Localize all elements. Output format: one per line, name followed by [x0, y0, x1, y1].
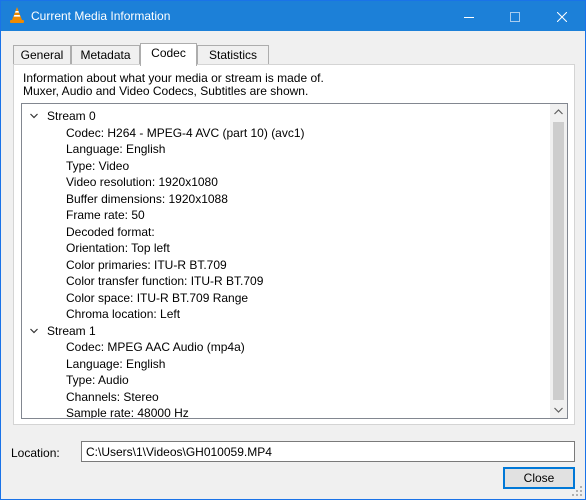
chevron-down-icon[interactable] [29, 326, 39, 336]
tree-stream-node[interactable]: Stream 0 [22, 108, 550, 125]
tree-property-item[interactable]: Video resolution: 1920x1080 [22, 174, 550, 191]
tab-statistics[interactable]: Statistics [197, 45, 269, 65]
scroll-down-button[interactable] [550, 401, 567, 418]
chevron-up-icon [554, 109, 563, 115]
tree-property-item[interactable]: Chroma location: Left [22, 306, 550, 323]
vlc-cone-icon [10, 7, 24, 23]
tree-property-item[interactable]: Orientation: Top left [22, 240, 550, 257]
window-title: Current Media Information [31, 9, 171, 23]
minimize-button[interactable] [446, 1, 492, 31]
stream-label: Stream 1 [47, 323, 96, 338]
tree-property-item[interactable]: Color space: ITU-R BT.709 Range [22, 290, 550, 307]
close-icon [556, 11, 568, 23]
tree-property-item[interactable]: Codec: MPEG AAC Audio (mp4a) [22, 339, 550, 356]
tab-metadata[interactable]: Metadata [71, 45, 140, 65]
location-field[interactable] [81, 441, 575, 462]
tab-codec[interactable]: Codec [140, 43, 197, 66]
media-info-window: Current Media Information General Metada… [0, 0, 586, 500]
tree-property-item[interactable]: Frame rate: 50 [22, 207, 550, 224]
chevron-down-icon [554, 407, 563, 413]
vertical-scrollbar[interactable] [550, 104, 567, 418]
tab-general[interactable]: General [13, 45, 71, 65]
maximize-icon [510, 12, 520, 23]
tree-property-item[interactable]: Type: Video [22, 158, 550, 175]
tree-property-item[interactable]: Color transfer function: ITU-R BT.709 [22, 273, 550, 290]
tree-property-item[interactable]: Decoded format: [22, 224, 550, 241]
scroll-up-button[interactable] [550, 104, 567, 121]
codec-description: Information about what your media or str… [23, 72, 324, 98]
tree-property-item[interactable]: Sample rate: 48000 Hz [22, 405, 550, 418]
maximize-button[interactable] [492, 1, 538, 31]
tree-property-item[interactable]: Channels: Stereo [22, 389, 550, 406]
stream-tree[interactable]: Stream 0 Codec: H264 - MPEG-4 AVC (part 1… [21, 103, 568, 419]
stream-tree-content: Stream 0 Codec: H264 - MPEG-4 AVC (part 1… [22, 108, 550, 418]
tree-property-item[interactable]: Type: Audio [22, 372, 550, 389]
tree-stream-node[interactable]: Stream 1 [22, 323, 550, 340]
description-line: Muxer, Audio and Video Codecs, Subtitles… [23, 84, 309, 98]
close-button[interactable]: Close [503, 467, 575, 489]
minimize-icon [464, 16, 474, 18]
close-window-button[interactable] [539, 1, 585, 31]
codec-tab-panel: Information about what your media or str… [13, 64, 575, 425]
chevron-down-icon[interactable] [29, 111, 39, 121]
tree-property-item[interactable]: Language: English [22, 356, 550, 373]
resize-grip-icon[interactable] [572, 486, 582, 496]
tree-property-item[interactable]: Color primaries: ITU-R BT.709 [22, 257, 550, 274]
tree-property-item[interactable]: Buffer dimensions: 1920x1088 [22, 191, 550, 208]
scrollbar-thumb[interactable] [553, 122, 564, 400]
title-bar[interactable]: Current Media Information [1, 1, 585, 31]
stream-label: Stream 0 [47, 109, 96, 123]
tree-property-item[interactable]: Language: English [22, 141, 550, 158]
tree-property-item[interactable]: Codec: H264 - MPEG-4 AVC (part 10) (avc1… [22, 125, 550, 142]
location-label: Location: [11, 446, 60, 460]
